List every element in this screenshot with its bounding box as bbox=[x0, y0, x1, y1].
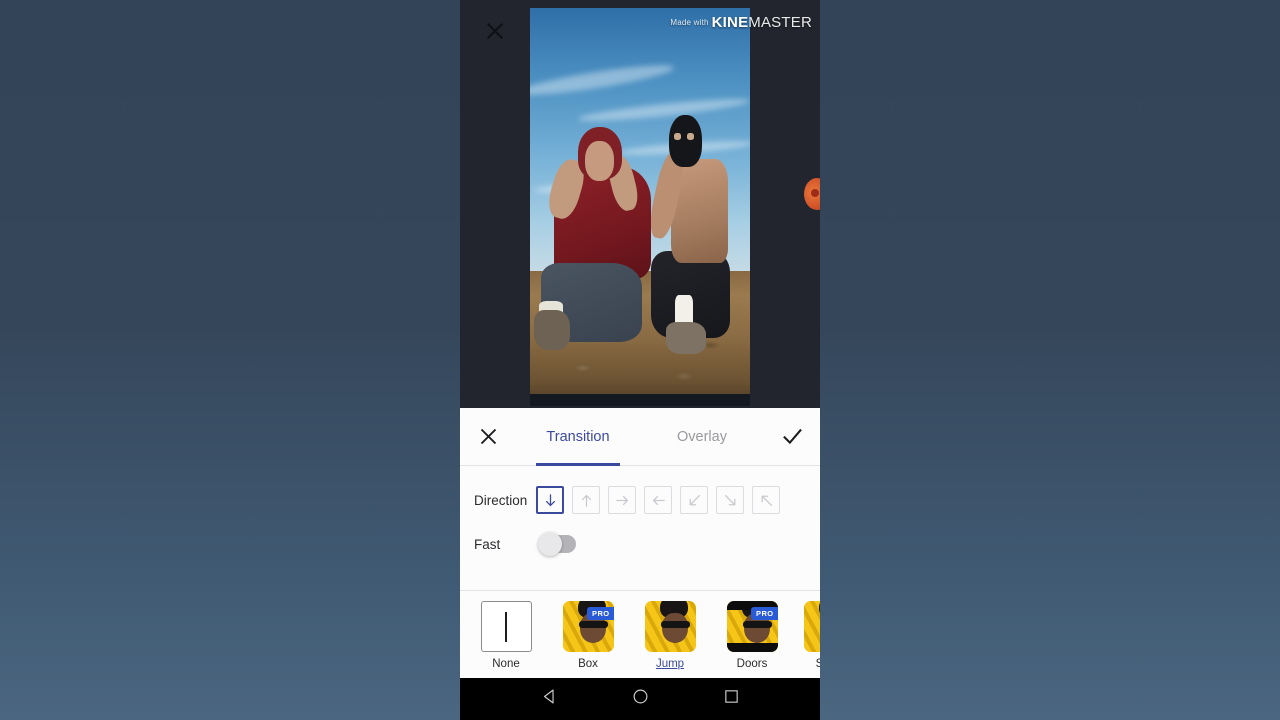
person-right-boot bbox=[666, 322, 706, 355]
direction-right-button[interactable] bbox=[608, 486, 636, 514]
transition-thumbnail-strip[interactable]: None PRO Box Jump PRO Doors bbox=[460, 590, 820, 678]
direction-left-button[interactable] bbox=[644, 486, 672, 514]
transition-label: None bbox=[492, 658, 520, 670]
balaclava-eye-hole bbox=[674, 133, 682, 140]
recents-square-icon bbox=[724, 690, 738, 703]
check-icon bbox=[782, 428, 802, 445]
transition-thumb-box: PRO bbox=[562, 601, 614, 652]
transition-item-box[interactable]: PRO Box bbox=[558, 601, 618, 670]
android-navigation-bar bbox=[460, 678, 820, 720]
video-letterbox-bar bbox=[530, 394, 750, 406]
pro-badge: PRO bbox=[751, 607, 778, 620]
person-right-balaclava bbox=[668, 115, 702, 168]
transition-thumb-none bbox=[480, 601, 532, 652]
transition-thumb-partial bbox=[804, 601, 820, 652]
thumb-person-sunglasses bbox=[578, 621, 609, 628]
kinemaster-watermark: Made with KINEMASTER bbox=[670, 14, 812, 31]
nav-back-button[interactable] bbox=[541, 688, 558, 710]
transition-label: Box bbox=[578, 658, 598, 670]
close-icon bbox=[480, 428, 496, 445]
fast-toggle[interactable] bbox=[538, 532, 576, 556]
direction-down-button[interactable] bbox=[536, 486, 564, 514]
watermark-prefix: Made with bbox=[670, 18, 709, 27]
direction-label: Direction bbox=[474, 492, 528, 508]
thumb-person-face bbox=[661, 613, 689, 643]
panel-tab-bar: Transition Overlay bbox=[460, 408, 820, 466]
panel-confirm-button[interactable] bbox=[764, 408, 820, 466]
watermark-brand-light: MASTER bbox=[748, 14, 812, 31]
transition-label: Doors bbox=[736, 658, 768, 670]
video-preview-area: Made with KINEMASTER bbox=[460, 0, 820, 408]
transition-label: Jump bbox=[655, 658, 685, 670]
back-triangle-icon bbox=[543, 689, 554, 704]
nav-home-button[interactable] bbox=[632, 688, 649, 710]
transition-settings-panel: Transition Overlay Direction Fast None P… bbox=[460, 408, 820, 678]
thumb-pattern bbox=[804, 601, 820, 652]
person-left-face bbox=[585, 141, 614, 182]
transition-thumb-jump bbox=[644, 601, 696, 652]
phone-frame: Made withKINEMASTER Transition Overlay bbox=[460, 0, 820, 720]
tab-overlay[interactable]: Overlay bbox=[640, 408, 764, 466]
direction-up-left-button[interactable] bbox=[752, 486, 780, 514]
transition-item-jump[interactable]: Jump bbox=[640, 601, 700, 670]
fast-row: Fast bbox=[460, 522, 820, 566]
transition-item-none[interactable]: None bbox=[476, 601, 536, 670]
close-icon bbox=[486, 22, 504, 40]
balaclava-eye-hole bbox=[687, 133, 695, 140]
tab-overlay-label: Overlay bbox=[677, 428, 727, 445]
fast-label: Fast bbox=[474, 536, 501, 552]
thumb-person-sunglasses bbox=[660, 621, 691, 628]
watermark-brand-bold: KINE bbox=[711, 14, 749, 31]
direction-options bbox=[536, 486, 780, 514]
transition-item-doors[interactable]: PRO Doors bbox=[722, 601, 782, 670]
transition-thumb-doors: PRO bbox=[726, 601, 778, 652]
preview-close-button[interactable] bbox=[474, 10, 516, 52]
direction-row: Direction bbox=[460, 478, 820, 522]
transition-options: Direction Fast bbox=[460, 466, 820, 588]
direction-up-button[interactable] bbox=[572, 486, 600, 514]
transition-item-partial[interactable]: St bbox=[804, 601, 820, 670]
video-frame[interactable] bbox=[530, 8, 750, 406]
timeline-handle-icon[interactable] bbox=[804, 178, 820, 210]
toggle-knob bbox=[538, 532, 562, 556]
panel-cancel-button[interactable] bbox=[460, 408, 516, 466]
home-circle-icon bbox=[633, 689, 647, 704]
nav-recents-button[interactable] bbox=[723, 688, 740, 710]
tab-transition-label: Transition bbox=[546, 428, 610, 445]
transition-label: St bbox=[804, 658, 820, 670]
direction-down-right-button[interactable] bbox=[716, 486, 744, 514]
pro-badge: PRO bbox=[587, 607, 614, 620]
tab-transition[interactable]: Transition bbox=[516, 408, 640, 466]
person-left-boot bbox=[534, 310, 570, 351]
direction-down-left-button[interactable] bbox=[680, 486, 708, 514]
thumb-person-sunglasses bbox=[742, 621, 773, 628]
